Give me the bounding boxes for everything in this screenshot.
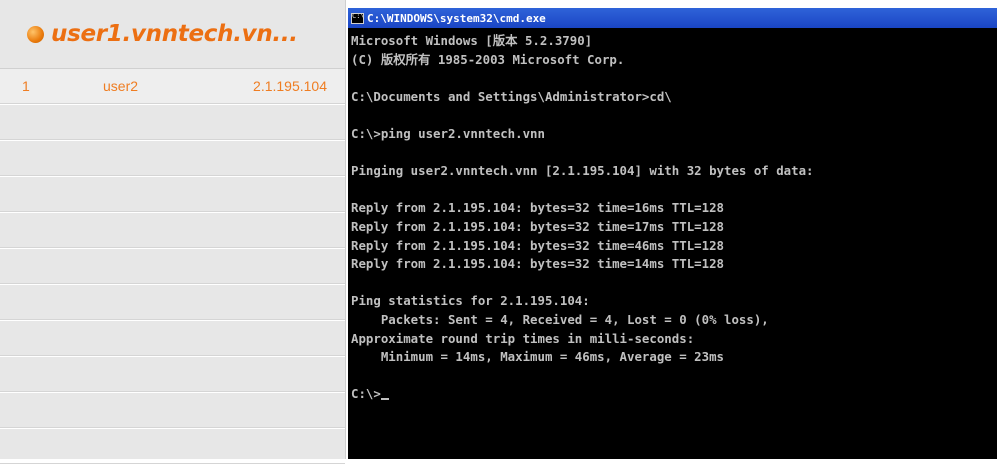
console-line: Reply from 2.1.195.104: bytes=32 time=14… <box>351 255 997 274</box>
contact-ip: 2.1.195.104 <box>253 78 327 94</box>
console-line-text: (C) 版权所有 1985-2003 Microsoft Corp. <box>351 51 625 67</box>
empty-row <box>0 176 345 212</box>
console-line: Microsoft Windows [版本 5.2.3790] <box>351 32 997 51</box>
window-title: C:\WINDOWS\system32\cmd.exe <box>367 11 546 25</box>
console-line: (C) 版权所有 1985-2003 Microsoft Corp. <box>351 51 997 70</box>
contact-rows: 1 user2 2.1.195.104 <box>0 68 345 464</box>
contact-name: user2 <box>103 78 139 94</box>
console-icon <box>351 12 365 24</box>
console-line-text: Reply from 2.1.195.104: bytes=32 time=16… <box>351 200 724 216</box>
contact-row[interactable]: 1 user2 2.1.195.104 <box>0 68 345 104</box>
empty-row <box>0 212 345 248</box>
console-line-text: Ping statistics for 2.1.195.104: <box>351 293 590 309</box>
text-cursor <box>380 398 389 401</box>
console-line-text: Reply from 2.1.195.104: bytes=32 time=14… <box>351 256 724 272</box>
console-line-text: C:\>ping user2.vnntech.vnn <box>351 125 545 141</box>
window-titlebar[interactable]: C:\WINDOWS\system32\cmd.exe <box>348 8 997 28</box>
console-line-text: Microsoft Windows [版本 5.2.3790] <box>351 33 593 48</box>
console-line-text: C:\Documents and Settings\Administrator>… <box>351 88 672 104</box>
empty-row <box>0 248 345 284</box>
console-output[interactable]: Microsoft Windows [版本 5.2.3790] (C) 版权所有 … <box>348 28 997 404</box>
console-line-text: Reply from 2.1.195.104: bytes=32 time=17… <box>351 218 724 234</box>
console-line: C:\Documents and Settings\Administrator>… <box>351 88 997 107</box>
console-line-text: Minimum = 14ms, Maximum = 46ms, Average … <box>351 349 724 365</box>
console-line: Pinging user2.vnntech.vnn [2.1.195.104] … <box>351 162 997 181</box>
console-line: Reply from 2.1.195.104: bytes=32 time=16… <box>351 199 997 218</box>
console-line-text: C:\> <box>351 386 381 402</box>
empty-row <box>0 140 345 176</box>
row-index: 1 <box>22 78 30 94</box>
empty-row <box>0 392 345 428</box>
panel-title: user1.vnntech.vn... <box>51 21 298 47</box>
cmd-window[interactable]: C:\WINDOWS\system32\cmd.exe Microsoft Wi… <box>348 8 997 459</box>
console-line-text: Reply from 2.1.195.104: bytes=32 time=46… <box>351 237 724 253</box>
console-line: C:\> <box>351 385 997 404</box>
panel-header: user1.vnntech.vn... <box>0 0 345 68</box>
console-line: Reply from 2.1.195.104: bytes=32 time=17… <box>351 218 997 237</box>
console-line: Minimum = 14ms, Maximum = 46ms, Average … <box>351 348 997 367</box>
console-line: C:\>ping user2.vnntech.vnn <box>351 125 997 144</box>
empty-row <box>0 284 345 320</box>
empty-row <box>0 356 345 392</box>
online-status-icon <box>27 25 44 43</box>
console-line-text: Approximate round trip times in milli-se… <box>351 330 695 346</box>
console-line: Packets: Sent = 4, Received = 4, Lost = … <box>351 311 997 330</box>
console-line-text: Packets: Sent = 4, Received = 4, Lost = … <box>351 311 769 327</box>
empty-row <box>0 320 345 356</box>
empty-row <box>0 104 345 140</box>
contact-list-panel: user1.vnntech.vn... 1 user2 2.1.195.104 <box>0 0 346 464</box>
console-line: Ping statistics for 2.1.195.104: <box>351 292 997 311</box>
console-line: Approximate round trip times in milli-se… <box>351 330 997 349</box>
console-line-text: Pinging user2.vnntech.vnn [2.1.195.104] … <box>351 163 814 179</box>
console-line: Reply from 2.1.195.104: bytes=32 time=46… <box>351 237 997 256</box>
